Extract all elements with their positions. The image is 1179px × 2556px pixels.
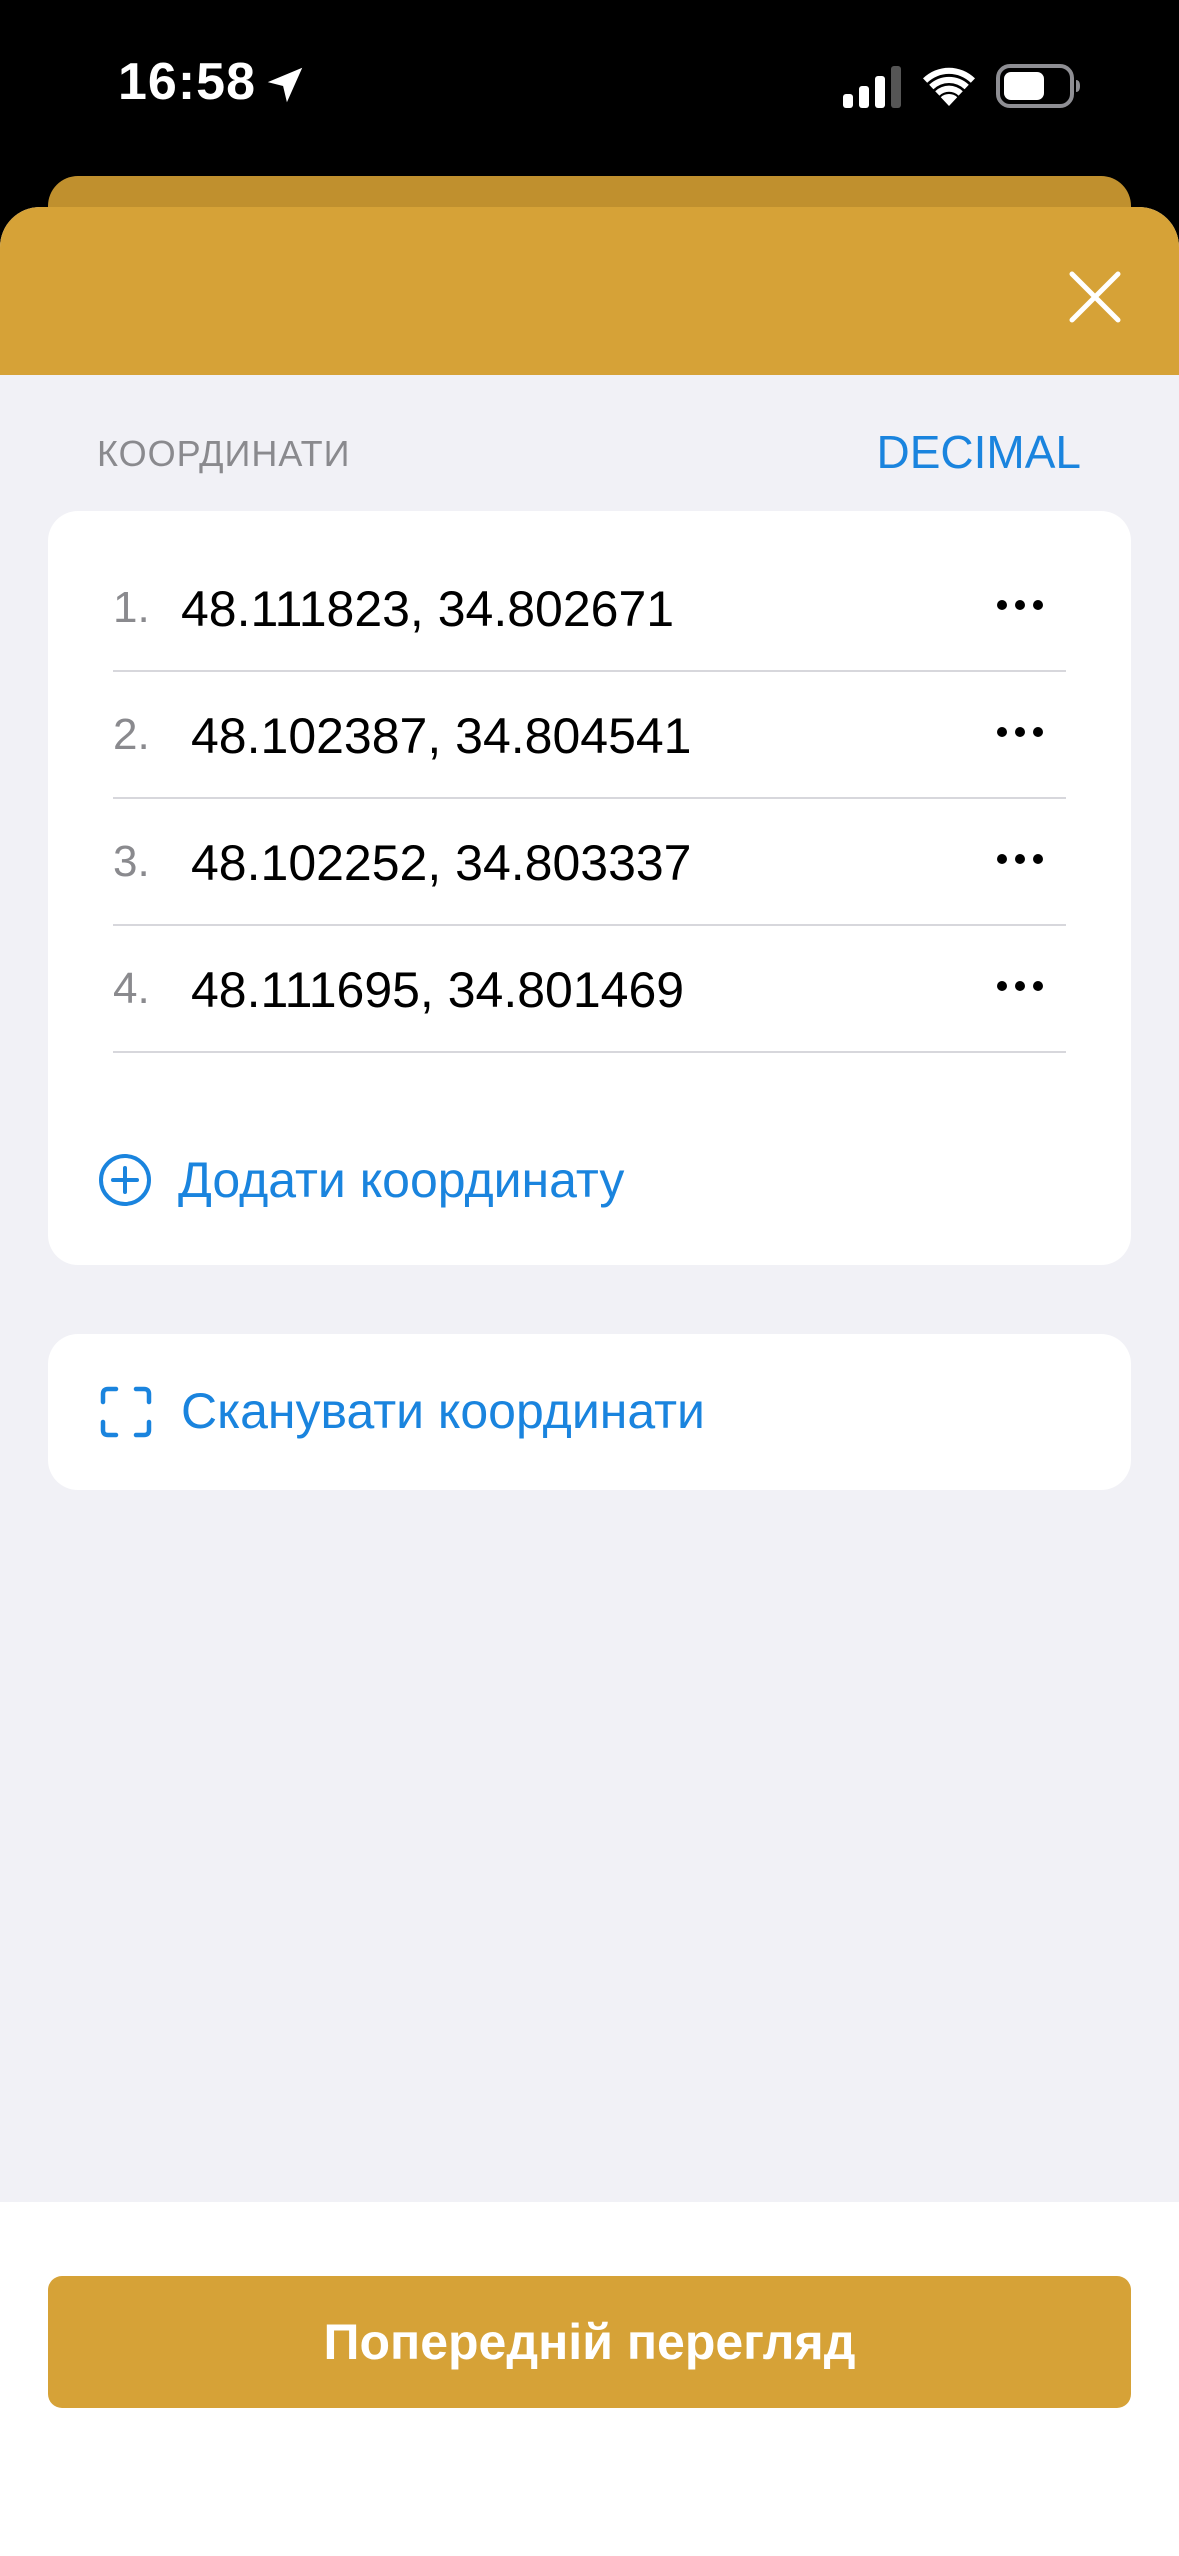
status-bar: 16:58 [0,0,1179,175]
coordinate-value: 48.102252, 34.803337 [191,835,692,891]
coordinate-index: 4. [113,964,150,1013]
more-options-icon[interactable] [990,712,1050,752]
section-title: КООРДИНАТИ [97,433,351,474]
more-options-icon[interactable] [990,585,1050,625]
coordinate-row[interactable]: 2. 48.102387, 34.804541 [113,672,1066,799]
coordinate-row[interactable]: 4. 48.111695, 34.801469 [113,926,1066,1053]
more-options-icon[interactable] [990,966,1050,1006]
coordinate-row[interactable]: 1. 48.111823, 34.802671 [113,545,1066,672]
cellular-signal-icon [843,66,901,108]
add-coordinate-button[interactable]: Додати координату [98,1141,798,1221]
status-time: 16:58 [118,53,256,111]
coordinate-index: 3. [113,837,150,886]
plus-circle-icon [99,1154,151,1206]
location-arrow-icon [267,67,303,103]
battery-icon [996,64,1080,108]
scan-coordinates-label: Сканувати координати [181,1383,705,1439]
coordinates-list: 1. 48.111823, 34.802671 2. 48.102387, 34… [48,511,1131,1265]
coordinate-index: 1. [113,583,150,632]
coordinate-value: 48.111695, 34.801469 [191,962,685,1018]
sheet-header [0,207,1179,375]
screen: 16:58 КООРДИНАТИ DECIMAL 1. 48.111823, 3… [0,0,1179,2556]
coordinate-value: 48.102387, 34.804541 [191,708,692,764]
coordinate-index: 2. [113,710,150,759]
scan-coordinates-button[interactable]: Сканувати координати [48,1334,1131,1490]
format-toggle-button[interactable]: DECIMAL [877,425,1081,479]
scan-frame-icon [100,1386,152,1438]
footer: Попередній перегляд [0,2202,1179,2556]
add-coordinate-label: Додати координату [178,1152,625,1208]
coordinate-row[interactable]: 3. 48.102252, 34.803337 [113,799,1066,926]
preview-button[interactable]: Попередній перегляд [48,2276,1131,2408]
close-icon[interactable] [1060,262,1130,332]
more-options-icon[interactable] [990,839,1050,879]
coordinate-value: 48.111823, 34.802671 [181,581,675,637]
wifi-icon [923,67,975,106]
